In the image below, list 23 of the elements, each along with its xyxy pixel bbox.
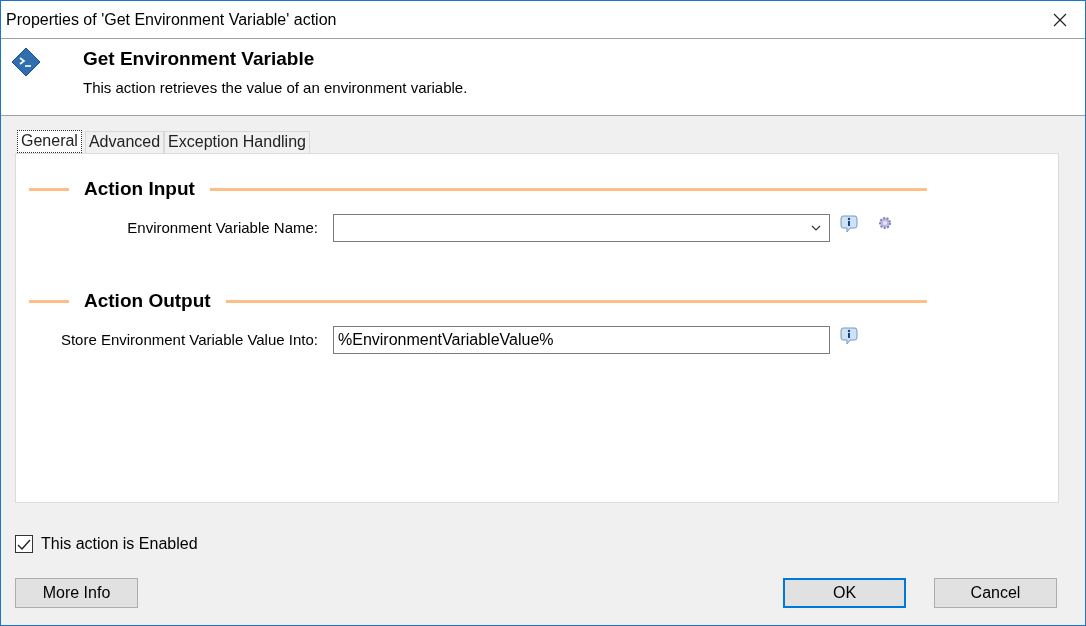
close-icon[interactable] (1053, 12, 1067, 27)
text-field[interactable]: %EnvironmentVariableValue% (333, 326, 830, 354)
section-title: Action Output (83, 290, 212, 312)
gear-icon[interactable] (878, 216, 892, 230)
action-title: Get Environment Variable (83, 48, 316, 70)
tab[interactable]: Exception Handling (164, 131, 310, 153)
tab[interactable]: General (17, 130, 82, 153)
field-label: Environment Variable Name: (126, 218, 318, 236)
dropdown-field[interactable] (333, 214, 830, 242)
chevron-down-icon (811, 225, 821, 231)
section-title: Action Input (83, 178, 196, 200)
info-icon[interactable] (840, 326, 858, 345)
terminal-icon (11, 47, 41, 77)
action-description: This action retrieves the value of an environment variable. (83, 79, 468, 96)
tab[interactable]: Advanced (84, 131, 165, 153)
dialog-button[interactable]: More Info (15, 578, 138, 608)
checkbox[interactable] (15, 535, 33, 553)
dialog-button[interactable]: Cancel (934, 578, 1057, 608)
window-title: Properties of 'Get Environment Variable' action (6, 10, 337, 29)
info-icon[interactable] (840, 214, 858, 233)
field-label: Store Environment Variable Value Into: (59, 330, 318, 348)
dialog-button[interactable]: OK (783, 578, 906, 608)
checkbox-label: This action is Enabled (41, 535, 198, 553)
